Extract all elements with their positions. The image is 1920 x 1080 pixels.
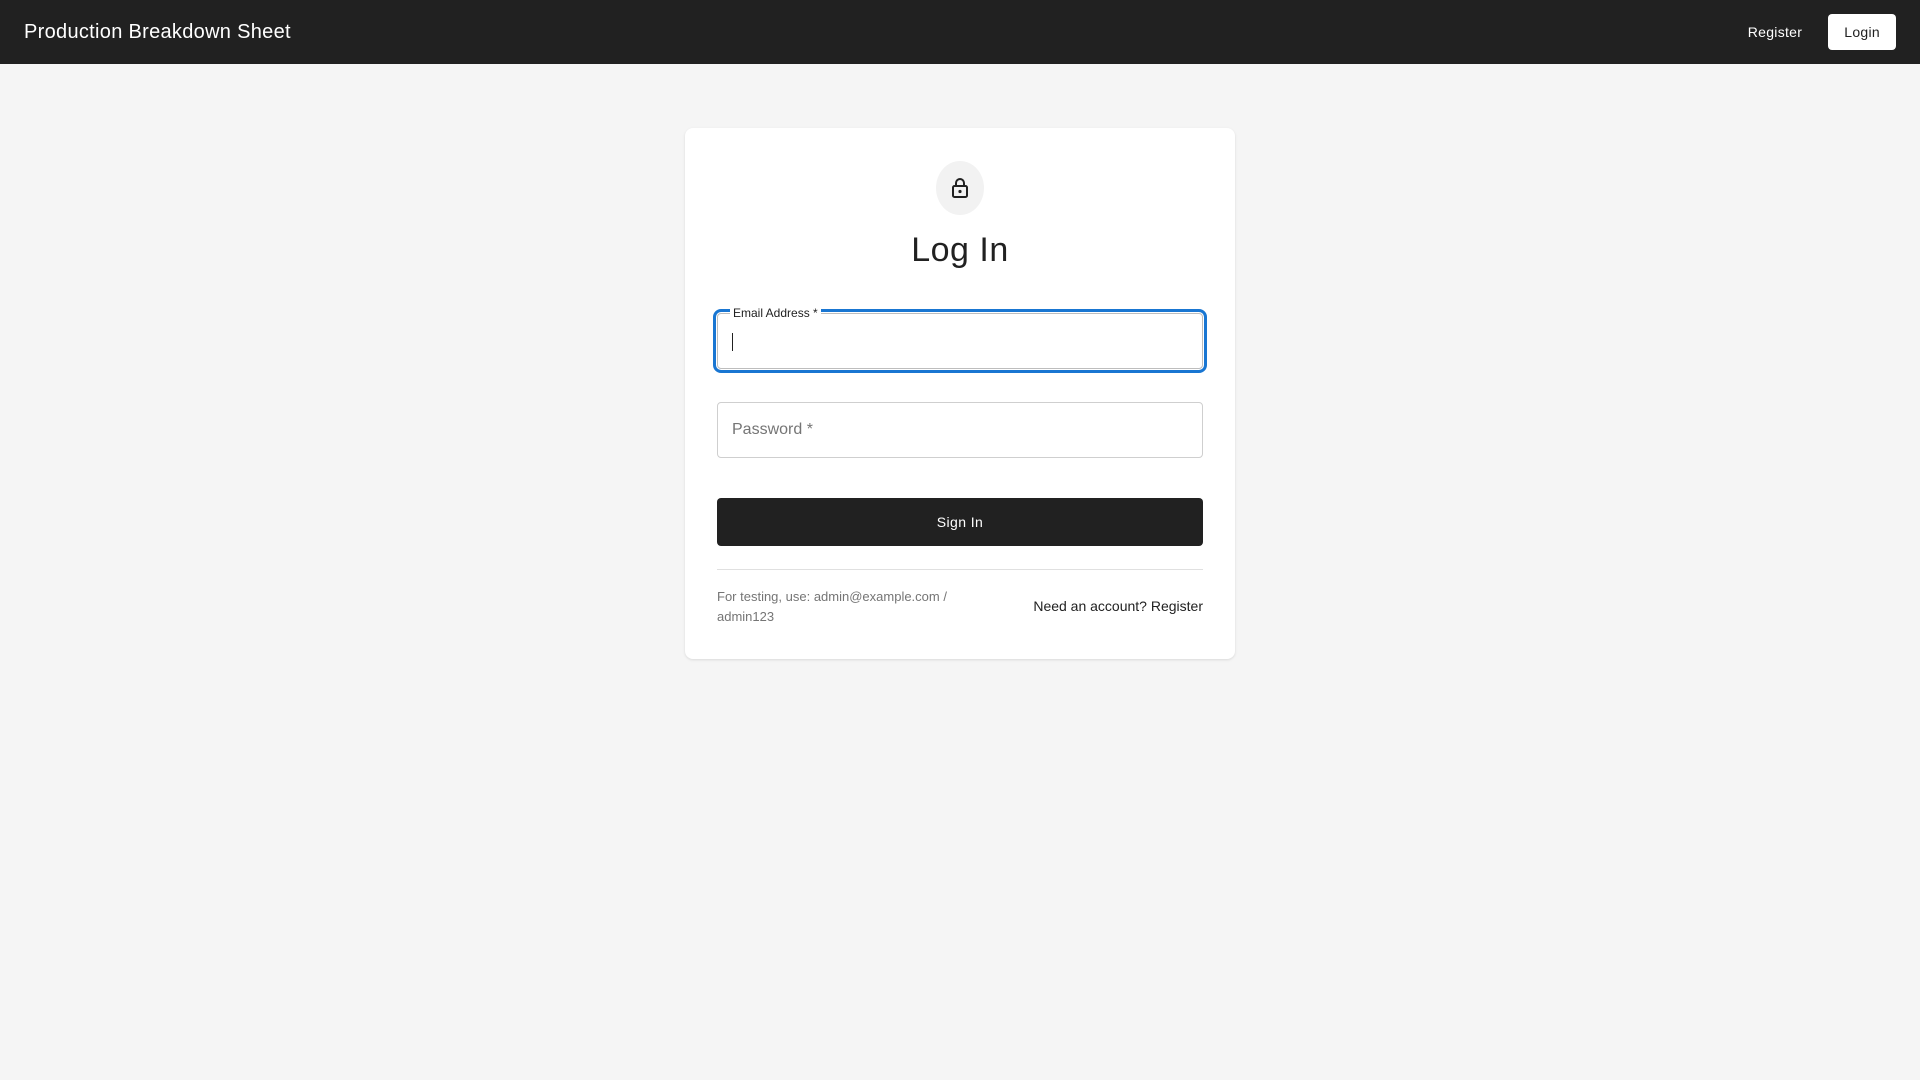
test-credentials-note: For testing, use: admin@example.com / ad… bbox=[717, 589, 947, 624]
sign-in-button[interactable]: Sign In bbox=[717, 498, 1203, 546]
nav-login-button[interactable]: Login bbox=[1828, 14, 1896, 50]
password-field[interactable]: Password * bbox=[717, 402, 1203, 458]
top-nav: Register Login bbox=[1736, 14, 1896, 50]
lock-icon bbox=[952, 178, 968, 198]
register-link[interactable]: Need an account? Register bbox=[1033, 598, 1203, 614]
page-title: Log In bbox=[911, 231, 1009, 269]
app-bar: Production Breakdown Sheet Register Logi… bbox=[0, 0, 1920, 64]
password-input[interactable] bbox=[718, 403, 1202, 457]
email-field[interactable]: Email Address * bbox=[713, 306, 1207, 373]
divider bbox=[717, 569, 1203, 570]
lock-avatar bbox=[936, 161, 984, 215]
app-title: Production Breakdown Sheet bbox=[24, 20, 291, 43]
nav-register-button[interactable]: Register bbox=[1736, 14, 1815, 50]
email-input[interactable] bbox=[718, 314, 1202, 368]
login-card: Log In Email Address * Password * Sign I… bbox=[685, 128, 1235, 659]
